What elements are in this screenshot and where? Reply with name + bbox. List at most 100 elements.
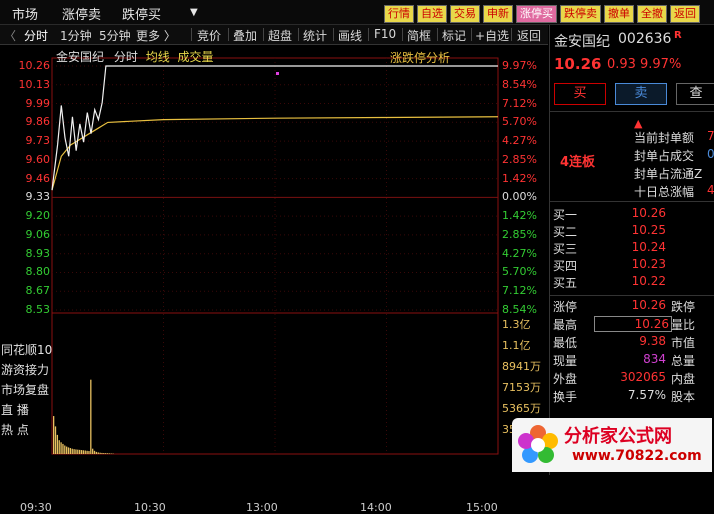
percent-tick-label: 0.00% xyxy=(502,190,537,203)
chart-canvas[interactable] xyxy=(0,46,548,475)
volume-tick-label: 8941万 xyxy=(502,358,541,374)
percent-tick-label: 5.70% xyxy=(502,265,537,278)
seal-amount-label: 当前封单额 xyxy=(634,129,694,146)
button-cancel-all[interactable]: 全撤 xyxy=(637,5,667,23)
volume-tick-label: 1.1亿 xyxy=(502,337,531,353)
volume-bar xyxy=(62,444,63,454)
tool-add-watchlist[interactable]: +自选 xyxy=(475,27,509,44)
average-price-line xyxy=(52,117,498,190)
intraday-chart[interactable]: 金安国纪 分时 均线 成交量 涨跌停分析 10.2610.139.999.869… xyxy=(0,46,548,475)
tool-f10[interactable]: F10 xyxy=(374,27,396,41)
tool-auction[interactable]: 竞价 xyxy=(197,27,221,44)
tab-more[interactable]: 更多 〉 xyxy=(136,27,176,44)
button-limit-down-sell[interactable]: 跌停卖 xyxy=(560,5,601,23)
price-tick-label: 8.67 xyxy=(0,284,50,297)
seal-vs-float-label: 封单占流通Z xyxy=(634,165,702,182)
percent-tick-label: 4.27% xyxy=(502,247,537,260)
tab-intraday[interactable]: 分时 xyxy=(24,27,48,44)
volume-bar xyxy=(68,447,69,454)
button-back[interactable]: 返回 xyxy=(670,5,700,23)
toolbar-divider xyxy=(471,28,472,41)
time-axis-label: 14:00 xyxy=(360,501,392,514)
tool-simple-frame[interactable]: 简框 xyxy=(407,27,431,44)
volume-bar xyxy=(75,449,76,454)
streak-badge: 4连板 xyxy=(560,151,595,170)
side-menu-item[interactable]: 直 播 xyxy=(1,401,29,418)
tool-back[interactable]: 返回 xyxy=(517,27,541,44)
side-menu-item[interactable]: 市场复盘 xyxy=(1,381,49,398)
volume-tick-label: 1.3亿 xyxy=(502,316,531,332)
bid-price: 10.23 xyxy=(610,257,666,271)
time-axis-label: 15:00 xyxy=(466,501,498,514)
price-tick-label: 9.99 xyxy=(0,97,50,110)
percent-tick-label: 7.12% xyxy=(502,284,537,297)
stat-value: 10.26 xyxy=(594,316,672,332)
button-quote[interactable]: 行情 xyxy=(384,5,414,23)
bid-level-label: 买二 xyxy=(553,223,577,240)
stat-value: 302065 xyxy=(594,370,666,384)
price-tick-label: 9.20 xyxy=(0,209,50,222)
volume-bar xyxy=(85,450,86,454)
volume-bar xyxy=(111,453,112,454)
bid-price: 10.25 xyxy=(610,223,666,237)
toolbar-divider xyxy=(191,28,192,41)
price-tick-label: 9.60 xyxy=(0,153,50,166)
button-limit-up-buy[interactable]: 涨停买 xyxy=(516,5,557,23)
limit-analysis-link[interactable]: 涨跌停分析 xyxy=(390,49,450,66)
time-axis-label: 10:30 xyxy=(134,501,166,514)
toolbar-divider xyxy=(368,28,369,41)
menu-limit-down-buy[interactable]: 跌停买 xyxy=(122,4,161,23)
quote-panel: 金安国纪 002636 R 10.26 0.93 9.97% 买 卖 查 4连板… xyxy=(549,25,714,475)
bid-price: 10.24 xyxy=(610,240,666,254)
volume-bar xyxy=(77,450,78,454)
toolbar-divider xyxy=(298,28,299,41)
tool-stats[interactable]: 统计 xyxy=(303,27,327,44)
volume-bar xyxy=(66,447,67,454)
price-tick-label: 9.06 xyxy=(0,228,50,241)
side-menu-item[interactable]: 同花顺10 xyxy=(1,341,52,358)
percent-tick-label: 8.54% xyxy=(502,78,537,91)
chart-header: 金安国纪 分时 均线 成交量 xyxy=(56,48,214,65)
side-menu-item[interactable]: 游资接力 xyxy=(1,361,49,378)
tab-1min[interactable]: 1分钟 xyxy=(60,27,92,44)
logo-url: www.70822.com xyxy=(572,448,702,464)
bid-level-label: 买五 xyxy=(553,274,577,291)
percent-tick-label: 8.54% xyxy=(502,303,537,316)
percent-tick-label: 5.70% xyxy=(502,115,537,128)
volume-bar xyxy=(109,453,110,454)
collapse-chevron-icon[interactable]: 〈 xyxy=(4,27,16,44)
tool-overlay[interactable]: 叠加 xyxy=(233,27,257,44)
percent-tick-label: 2.85% xyxy=(502,228,537,241)
button-watchlist[interactable]: 自选 xyxy=(417,5,447,23)
sell-button[interactable]: 卖 xyxy=(615,83,667,105)
percent-tick-label: 9.97% xyxy=(502,59,537,72)
button-ipo[interactable]: 申新 xyxy=(483,5,513,23)
tool-draw-line[interactable]: 画线 xyxy=(338,27,362,44)
dropdown-arrow-icon[interactable]: ▼ xyxy=(190,7,198,18)
query-button[interactable]: 查 xyxy=(676,83,714,105)
price-line xyxy=(52,66,498,190)
ten-day-gain-label: 十日总涨幅 xyxy=(634,183,694,200)
stat-label-secondary: 总量 xyxy=(671,352,695,369)
margin-badge: R xyxy=(674,30,682,41)
stat-label: 换手 xyxy=(553,388,577,405)
toolbar-divider xyxy=(228,28,229,41)
buy-button[interactable]: 买 xyxy=(554,83,606,105)
tab-5min[interactable]: 5分钟 xyxy=(99,27,131,44)
side-menu-item[interactable]: 热 点 xyxy=(1,421,29,438)
volume-bar xyxy=(53,416,54,454)
price-tick-label: 8.93 xyxy=(0,247,50,260)
tool-mark[interactable]: 标记 xyxy=(442,27,466,44)
quote-stock-name: 金安国纪 xyxy=(554,31,610,51)
ten-day-gain-value: 4 xyxy=(707,183,714,197)
menu-limit-up-sell[interactable]: 涨停卖 xyxy=(62,4,101,23)
menu-market[interactable]: 市场 xyxy=(12,4,38,23)
stat-label: 最低 xyxy=(553,334,577,351)
divider xyxy=(550,295,714,296)
toolbar-divider xyxy=(511,28,512,41)
volume-bar xyxy=(64,446,65,454)
divider xyxy=(550,111,714,112)
tool-super[interactable]: 超盘 xyxy=(268,27,292,44)
button-trade[interactable]: 交易 xyxy=(450,5,480,23)
button-cancel-order[interactable]: 撤单 xyxy=(604,5,634,23)
